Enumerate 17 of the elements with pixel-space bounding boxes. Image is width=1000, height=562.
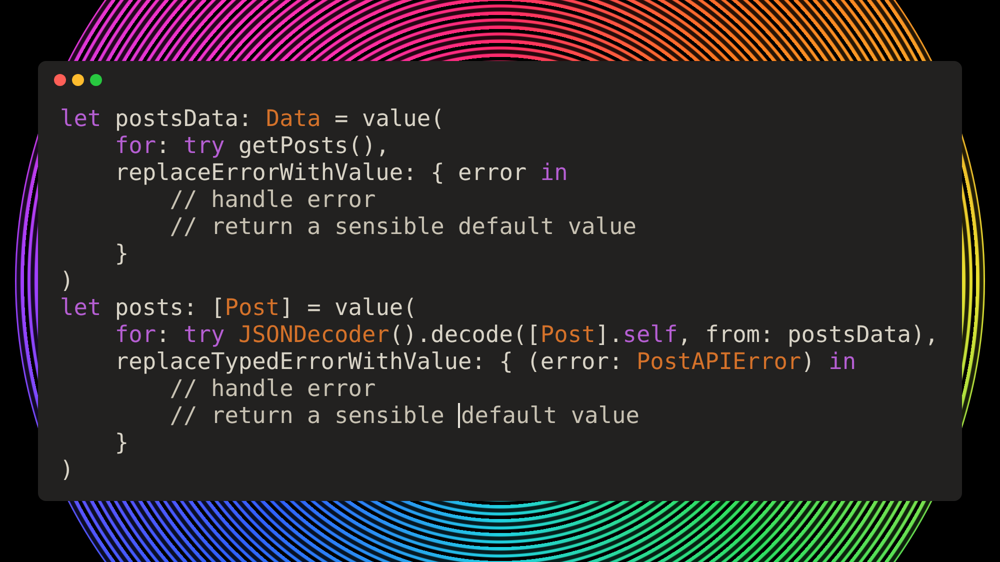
code-line: // return a sensible default value bbox=[168, 403, 640, 430]
code-line: } bbox=[114, 241, 129, 268]
code-line: ) bbox=[60, 457, 74, 484]
code-line: ) bbox=[60, 268, 74, 295]
code-line: for: try getPosts(), bbox=[114, 133, 390, 160]
minimize-control bbox=[72, 74, 84, 86]
code-line: // return a sensible default value bbox=[168, 214, 636, 241]
code-line: let posts: [Post] = value( bbox=[60, 295, 417, 322]
code-line: } bbox=[114, 430, 129, 457]
close-control bbox=[54, 74, 66, 86]
code-line: replaceErrorWithValue: { error in bbox=[114, 160, 568, 187]
code-line: let postsData: Data = value( bbox=[60, 106, 444, 133]
code-line: // handle error bbox=[168, 187, 376, 214]
code-line: for: try JSONDecoder().decode([Post].self, from: postsData), bbox=[114, 322, 938, 349]
code-line: // handle error bbox=[168, 376, 376, 403]
zoom-control bbox=[90, 74, 102, 86]
code-line: replaceTypedErrorWithValue: { (error: PostAPIError) in bbox=[114, 349, 856, 376]
